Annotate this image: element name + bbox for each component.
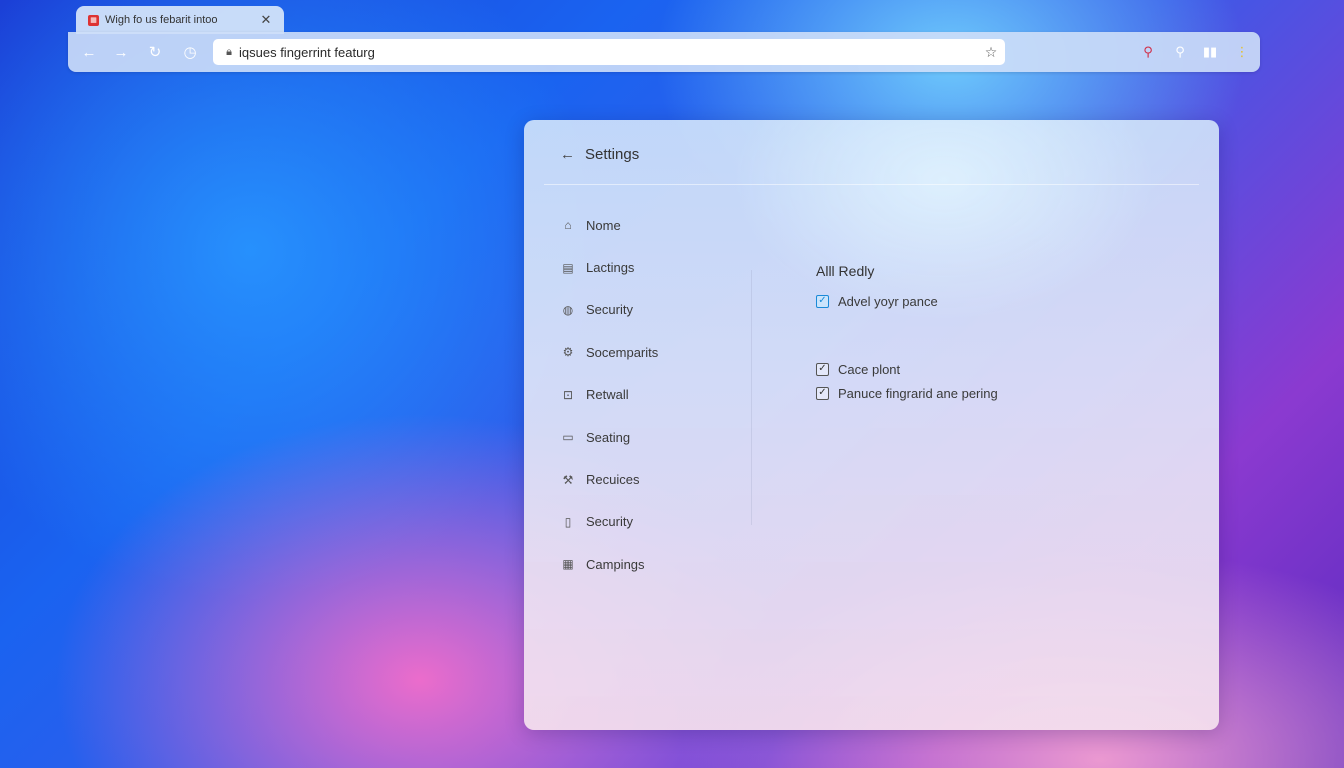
address-bar[interactable]: 🔒︎ iqsues fingerrint featurg ☆: [213, 39, 1005, 65]
checkbox-label: Cace plont: [838, 361, 901, 377]
checkbox-checked[interactable]: ✓: [816, 294, 829, 308]
vertical-divider: [751, 270, 752, 525]
document-icon: ▯: [564, 514, 572, 529]
sidebar-item-label: Security: [586, 302, 633, 318]
back-arrow-icon[interactable]: ←: [560, 146, 575, 163]
search-red-icon[interactable]: ⚲: [1138, 42, 1158, 62]
monitor-icon: ▭: [562, 430, 574, 445]
calendar-icon: ▦: [88, 14, 99, 26]
sidebar-item-nome[interactable]: ⌂ Nome: [560, 204, 750, 246]
settings-panel: ← Settings ⌂ Nome ▤ Lactings ◍ Security …: [524, 120, 1219, 730]
browser-tab[interactable]: ▦ Wigh fo us febarit intoo ✕: [76, 6, 284, 34]
sidebar-item-label: Nome: [586, 217, 621, 233]
checkbox-label: Panuce fingrarid ane pering: [838, 385, 998, 401]
close-icon[interactable]: ✕: [256, 12, 276, 28]
sidebar-item-recuices[interactable]: ⚒ Recuices: [560, 458, 750, 500]
settings-content: Alll Redly ✓ Advel yoyr pance ✓ Cace plo…: [816, 263, 1176, 405]
sidebar-item-campings[interactable]: ▦ Campings: [560, 543, 750, 585]
header-divider: [544, 184, 1199, 185]
search-icon[interactable]: ⚲: [1170, 42, 1190, 62]
sidebar-item-label: Security: [586, 514, 633, 530]
browser-toolbar: ← → ↻ ◷ 🔒︎ iqsues fingerrint featurg ☆ ⚲…: [68, 32, 1260, 72]
star-icon[interactable]: ☆: [977, 44, 1005, 61]
back-icon[interactable]: ←: [78, 41, 100, 63]
sidebar-item-label: Lactings: [586, 260, 635, 276]
sidebar-item-label: Retwall: [586, 387, 629, 403]
forward-icon[interactable]: →: [110, 41, 132, 63]
lock-icon: ⊡: [562, 387, 574, 402]
sidebar-item-label: Recuices: [586, 472, 640, 488]
sidebar-item-label: Socemparits: [586, 344, 659, 360]
checkbox-row[interactable]: ✓ Advel yoyr pance: [816, 289, 1176, 313]
checkbox-checked[interactable]: ✓: [816, 362, 829, 376]
url-text: iqsues fingerrint featurg: [239, 44, 375, 60]
tag-icon: ⌂: [564, 218, 572, 233]
calendar-icon: ▦: [562, 557, 574, 572]
page-title: Settings: [585, 145, 640, 163]
menu-dots-icon[interactable]: ⋮: [1232, 42, 1252, 62]
globe-icon: ◍: [562, 302, 574, 317]
lock-icon: 🔒︎: [226, 45, 232, 58]
checkbox-row[interactable]: ✓ Cace plont: [816, 357, 1176, 381]
checkbox-label: Advel yoyr pance: [838, 293, 938, 309]
sidebar-item-label: Seating: [586, 429, 631, 445]
reload-icon[interactable]: ↻: [144, 41, 166, 63]
gear-icon: ⚙: [562, 345, 574, 360]
section-title: Alll Redly: [816, 263, 875, 279]
sidebar-item-socemparits[interactable]: ⚙ Socemparits: [560, 331, 750, 373]
clipboard-icon: ▤: [562, 260, 574, 275]
history-icon[interactable]: ◷: [179, 41, 201, 63]
tab-title: Wigh fo us febarit intoo: [105, 14, 218, 26]
sidebar-item-security-2[interactable]: ▯ Security: [560, 501, 750, 543]
sidebar-item-security[interactable]: ◍ Security: [560, 289, 750, 331]
settings-header: ← Settings: [560, 144, 639, 164]
checkbox-row[interactable]: ✓ Panuce fingrarid ane pering: [816, 381, 1176, 405]
sidebar-item-label: Campings: [586, 556, 645, 572]
wrench-icon: ⚒: [562, 472, 574, 487]
settings-sidebar: ⌂ Nome ▤ Lactings ◍ Security ⚙ Socempari…: [560, 204, 750, 586]
sidebar-item-retwall[interactable]: ⊡ Retwall: [560, 374, 750, 416]
bars-icon[interactable]: ▮▮: [1200, 42, 1220, 62]
checkbox-checked[interactable]: ✓: [816, 386, 829, 400]
sidebar-item-seating[interactable]: ▭ Seating: [560, 416, 750, 458]
sidebar-item-lactings[interactable]: ▤ Lactings: [560, 246, 750, 288]
